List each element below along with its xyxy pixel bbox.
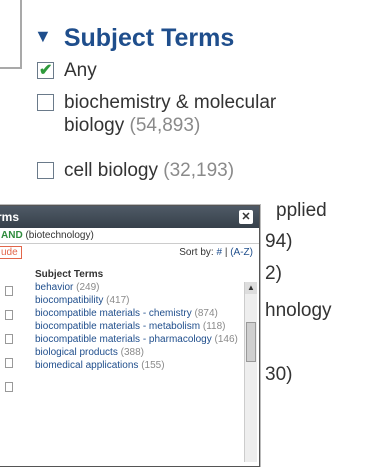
list-item[interactable]: biomedical applications (155) (35, 360, 240, 372)
subject-terms-title: Subject Terms (63, 24, 235, 52)
subject-terms-list: behavior (249) biocompatibility (417) bi… (35, 282, 240, 373)
selection-column (0, 282, 17, 406)
row-checkbox-icon[interactable] (5, 286, 13, 296)
list-item[interactable]: behavior (249) (35, 282, 240, 294)
partial-text-1: pplied (276, 200, 327, 221)
panel-border-left (20, 0, 22, 67)
facet-item-any[interactable]: Any (37, 59, 97, 83)
facet-item-biochemistry-line2: biology (54,893) (64, 115, 201, 136)
list-item[interactable]: biocompatible materials - pharmacology (… (35, 334, 240, 346)
popup-query: AND (biotechnology) (0, 228, 259, 244)
checkbox-icon[interactable] (37, 94, 54, 111)
list-item[interactable]: biocompatibility (417) (35, 295, 240, 307)
facet-item-cell-biology[interactable]: cell biology (32,193) (37, 159, 234, 183)
partial-count-2: 2) (265, 263, 282, 284)
popup-header: rms ✕ (0, 206, 259, 228)
partial-count-3: 30) (265, 364, 293, 385)
scroll-up-icon[interactable]: ▲ (245, 282, 257, 294)
list-item[interactable]: biological products (388) (35, 347, 240, 359)
checkbox-checked-icon[interactable] (37, 59, 54, 83)
popup-title: rms (0, 210, 20, 224)
column-header: Subject Terms (35, 269, 104, 280)
partial-text-2: hnology (265, 300, 332, 321)
panel-border-top (0, 67, 22, 69)
checkbox-icon[interactable] (37, 162, 54, 179)
sort-controls: Sort by: # | (A-Z) (179, 247, 253, 258)
scrollbar[interactable]: ▲ (244, 282, 257, 462)
partial-count-1: 94) (265, 231, 293, 252)
list-item[interactable]: biocompatible materials - chemistry (874… (35, 308, 240, 320)
sort-row: ude Sort by: # | (A-Z) (0, 244, 259, 262)
row-checkbox-icon[interactable] (5, 358, 13, 368)
scroll-thumb[interactable] (246, 322, 256, 362)
row-checkbox-icon[interactable] (5, 382, 13, 392)
close-icon[interactable]: ✕ (239, 210, 253, 224)
exclude-button[interactable]: ude (0, 246, 22, 259)
row-checkbox-icon[interactable] (5, 310, 13, 320)
sort-az-link[interactable]: (A-Z) (230, 247, 253, 258)
subject-terms-heading[interactable]: ▼ Subject Terms (34, 24, 234, 53)
collapse-triangle-icon[interactable]: ▼ (34, 26, 52, 47)
row-checkbox-icon[interactable] (5, 334, 13, 344)
sort-by-count-link[interactable]: # (216, 247, 222, 258)
list-item[interactable]: biocompatible materials - metabolism (11… (35, 321, 240, 333)
facet-item-biochemistry[interactable]: biochemistry & molecular (37, 91, 276, 115)
subject-terms-popup: rms ✕ AND (biotechnology) ude Sort by: #… (0, 205, 260, 467)
